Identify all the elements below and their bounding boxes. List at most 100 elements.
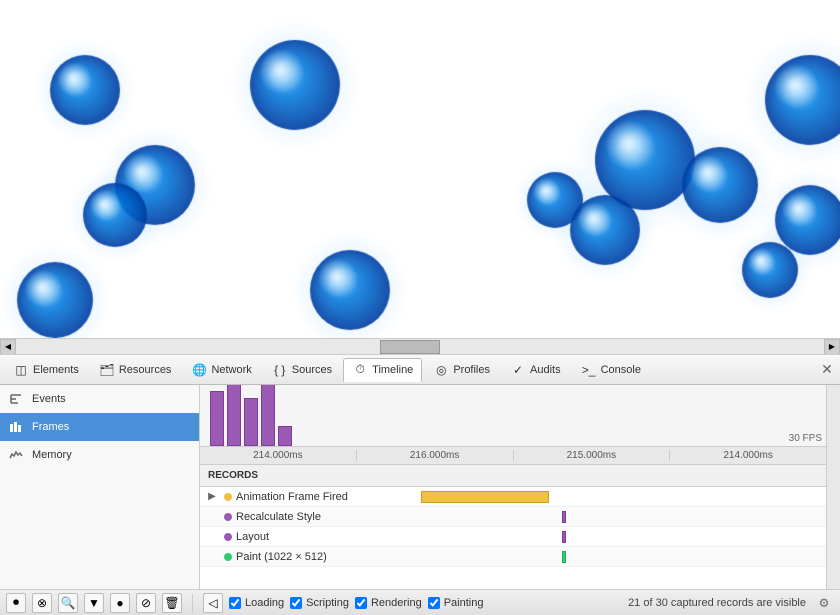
trash-btn[interactable]: 🗑: [162, 593, 182, 613]
bubble-animation: [0, 0, 840, 339]
tab-network[interactable]: 🌐 Network: [182, 358, 260, 382]
fps-label: 30 FPS: [789, 433, 822, 444]
scroll-right-btn[interactable]: ▶: [824, 339, 840, 355]
frame-bar-2: [244, 398, 258, 446]
records-header: RECORDS: [200, 465, 826, 487]
block-btn[interactable]: ⊘: [136, 593, 156, 613]
devtools-content: Events Frames Memory: [0, 385, 840, 589]
devtools-sidebar: Events Frames Memory: [0, 385, 200, 589]
audits-icon: ✓: [510, 362, 526, 378]
record-bar-area: [400, 527, 826, 546]
record-bar-area: [400, 507, 826, 526]
record-name: Layout: [236, 531, 269, 543]
record-color-dot: [224, 493, 232, 501]
rendering-checkbox[interactable]: [355, 597, 367, 609]
painting-checkbox-group: Painting: [428, 597, 484, 609]
record-row[interactable]: Layout: [200, 527, 826, 547]
devtools-close-btn[interactable]: ✕: [818, 361, 836, 379]
memory-label: Memory: [32, 449, 72, 461]
scripting-label[interactable]: Scripting: [306, 597, 349, 609]
tab-profiles[interactable]: ◎ Profiles: [424, 358, 499, 382]
search-btn[interactable]: 🔍: [58, 593, 78, 613]
record-bar-purple: [562, 531, 566, 543]
filter-btn[interactable]: ▼: [84, 593, 104, 613]
separator: [192, 594, 193, 612]
record-name: Animation Frame Fired: [236, 491, 348, 503]
back-btn[interactable]: ◁: [203, 593, 223, 613]
tab-console[interactable]: >_ Console: [572, 358, 650, 382]
browser-viewport: ◀ ▶: [0, 0, 840, 355]
tab-audits[interactable]: ✓ Audits: [501, 358, 570, 382]
frame-bar-4: [278, 426, 292, 446]
viewport-scrollbar[interactable]: ◀ ▶: [0, 338, 840, 354]
record-color-dot: [224, 513, 232, 521]
time-marker-0: 214.000ms: [200, 450, 356, 461]
record-expand-btn[interactable]: ▶: [204, 487, 220, 507]
sidebar-item-memory[interactable]: Memory: [0, 441, 199, 469]
devtools-main-wrapper: 30 FPS 214.000ms 216.000ms 215.000ms 214…: [200, 385, 840, 589]
timeline-scrollbar[interactable]: [826, 385, 840, 589]
record-row[interactable]: Paint (1022 × 512): [200, 547, 826, 567]
timeline-icon: ⏱: [352, 362, 368, 378]
frame-bar-0: [210, 391, 224, 446]
frames-icon: [8, 419, 24, 435]
tab-resources[interactable]: 🗂 Resources: [90, 358, 181, 382]
sidebar-item-events[interactable]: Events: [0, 385, 199, 413]
rendering-label[interactable]: Rendering: [371, 597, 422, 609]
frame-bar-1: [227, 385, 241, 446]
time-marker-3: 214.000ms: [669, 450, 826, 461]
dot-btn[interactable]: ●: [110, 593, 130, 613]
clear-btn[interactable]: ⊗: [32, 593, 52, 613]
sources-icon: { }: [272, 362, 288, 378]
loading-checkbox-group: Loading: [229, 597, 284, 609]
scripting-checkbox-group: Scripting: [290, 597, 349, 609]
loading-checkbox[interactable]: [229, 597, 241, 609]
memory-icon: [8, 447, 24, 463]
records-list: ▶ Animation Frame Fired Recalculate Style L…: [200, 487, 826, 567]
tab-sources[interactable]: { } Sources: [263, 358, 341, 382]
tab-elements[interactable]: ◫ Elements: [4, 358, 88, 382]
sidebar-item-frames[interactable]: Frames: [0, 413, 199, 441]
frames-area: [200, 385, 806, 446]
records-area: RECORDS ▶ Animation Frame Fired Recalculat…: [200, 465, 826, 589]
record-row[interactable]: Recalculate Style: [200, 507, 826, 527]
frame-bar-3: [261, 385, 275, 446]
events-icon: [8, 391, 24, 407]
painting-label[interactable]: Painting: [444, 597, 484, 609]
loading-label[interactable]: Loading: [245, 597, 284, 609]
events-label: Events: [32, 393, 66, 405]
record-bar-area: [400, 547, 826, 566]
scroll-track[interactable]: [16, 339, 824, 354]
status-bar: ⏺ ⊗ 🔍 ▼ ● ⊘ 🗑 ◁ Loading Scripting Render…: [0, 589, 840, 615]
record-bar-yellow: [421, 491, 549, 503]
devtools-panel: ◫ Elements 🗂 Resources 🌐 Network { } Sou…: [0, 355, 840, 615]
record-row[interactable]: ▶ Animation Frame Fired: [200, 487, 826, 507]
rendering-checkbox-group: Rendering: [355, 597, 422, 609]
console-icon: >_: [581, 362, 597, 378]
network-icon: 🌐: [191, 362, 207, 378]
timeline-time-axis: 214.000ms 216.000ms 215.000ms 214.000ms: [200, 446, 826, 464]
record-btn[interactable]: ⏺: [6, 593, 26, 613]
scroll-left-btn[interactable]: ◀: [0, 339, 16, 355]
record-color-dot: [224, 533, 232, 541]
record-bar-area: [400, 487, 826, 506]
record-name: Paint (1022 × 512): [236, 551, 327, 563]
scripting-checkbox[interactable]: [290, 597, 302, 609]
tab-timeline[interactable]: ⏱ Timeline: [343, 358, 422, 382]
devtools-main: 30 FPS 214.000ms 216.000ms 215.000ms 214…: [200, 385, 826, 589]
record-bar-purple: [562, 511, 566, 523]
record-color-dot: [224, 553, 232, 561]
devtools-toolbar: ◫ Elements 🗂 Resources 🌐 Network { } Sou…: [0, 355, 840, 385]
frames-label: Frames: [32, 421, 69, 433]
painting-checkbox[interactable]: [428, 597, 440, 609]
devtools-settings-btn[interactable]: ⚙: [814, 593, 834, 613]
scroll-thumb[interactable]: [380, 340, 440, 354]
time-marker-2: 215.000ms: [513, 450, 670, 461]
record-name: Recalculate Style: [236, 511, 321, 523]
record-bar-green: [562, 551, 566, 563]
status-info: 21 of 30 captured records are visible: [628, 597, 806, 609]
time-marker-1: 216.000ms: [356, 450, 513, 461]
elements-icon: ◫: [13, 362, 29, 378]
resources-icon: 🗂: [99, 362, 115, 378]
timeline-header: 30 FPS 214.000ms 216.000ms 215.000ms 214…: [200, 385, 826, 465]
